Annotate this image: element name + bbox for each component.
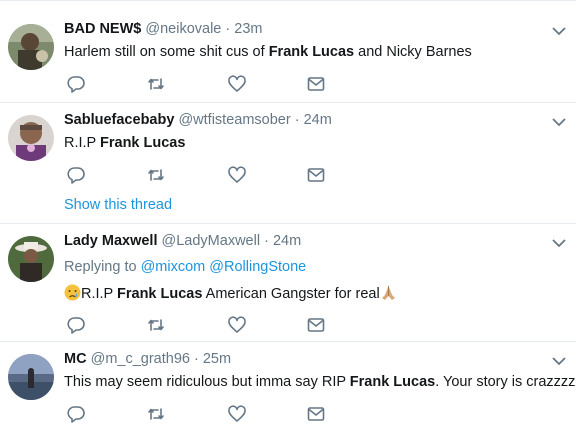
avatar[interactable] bbox=[8, 236, 54, 282]
mention-link[interactable]: @mixcom bbox=[141, 259, 206, 275]
direct-message-icon[interactable] bbox=[306, 315, 326, 335]
like-icon[interactable] bbox=[227, 404, 247, 424]
tweet-text: R.I.P Frank Lucas American Gangster for … bbox=[64, 284, 397, 302]
user-handle[interactable]: @m_c_grath96 bbox=[91, 351, 190, 367]
avatar[interactable] bbox=[8, 115, 54, 161]
display-name[interactable]: BAD NEW$ bbox=[64, 21, 141, 37]
timestamp[interactable]: 24m bbox=[273, 233, 301, 249]
user-handle[interactable]: @LadyMaxwell bbox=[162, 233, 261, 249]
tweet-feed: BAD NEW$ @neikovale · 23m Harlem still o… bbox=[0, 0, 576, 442]
tweet[interactable]: Sabluefacebaby @wtfisteamsober · 24m R.I… bbox=[0, 103, 576, 224]
reply-icon[interactable] bbox=[66, 404, 86, 424]
tweet-actions bbox=[64, 404, 364, 424]
tweet-actions bbox=[64, 315, 364, 335]
highlighted-keyword: Frank Lucas bbox=[349, 374, 436, 390]
direct-message-icon[interactable] bbox=[306, 74, 326, 94]
timestamp[interactable]: 25m bbox=[203, 351, 231, 367]
display-name[interactable]: Sabluefacebaby bbox=[64, 112, 174, 128]
display-name[interactable]: Lady Maxwell bbox=[64, 233, 157, 249]
show-thread-link[interactable]: Show this thread bbox=[64, 197, 172, 213]
tweet-header: Sabluefacebaby @wtfisteamsober · 24m bbox=[64, 112, 332, 128]
display-name[interactable]: MC bbox=[64, 351, 87, 367]
tweet-header: Lady Maxwell @LadyMaxwell · 24m bbox=[64, 233, 301, 249]
retweet-icon[interactable] bbox=[146, 165, 166, 185]
tweet-text: This may seem ridiculous but imma say RI… bbox=[64, 374, 576, 390]
retweet-icon[interactable] bbox=[146, 404, 166, 424]
chevron-down-icon[interactable] bbox=[552, 26, 566, 36]
timestamp[interactable]: 23m bbox=[234, 21, 262, 37]
user-handle[interactable]: @neikovale bbox=[145, 21, 221, 37]
retweet-icon[interactable] bbox=[146, 315, 166, 335]
separator-dot: · bbox=[193, 351, 199, 367]
chevron-down-icon[interactable] bbox=[552, 117, 566, 127]
highlighted-keyword: Frank Lucas bbox=[100, 135, 186, 151]
tweet[interactable]: MC @m_c_grath96 · 25m This may seem ridi… bbox=[0, 342, 576, 442]
tweet-actions bbox=[64, 74, 364, 94]
like-icon[interactable] bbox=[227, 74, 247, 94]
chevron-down-icon[interactable] bbox=[552, 238, 566, 248]
folded-hands-icon bbox=[380, 284, 397, 301]
reply-icon[interactable] bbox=[66, 315, 86, 335]
avatar[interactable] bbox=[8, 24, 54, 70]
retweet-icon[interactable] bbox=[146, 74, 166, 94]
crying-face-icon bbox=[64, 284, 81, 301]
text-segment: Harlem still on some shit cus of bbox=[64, 44, 269, 60]
timestamp[interactable]: 24m bbox=[304, 112, 332, 128]
like-icon[interactable] bbox=[227, 165, 247, 185]
separator-dot: · bbox=[264, 233, 269, 249]
tweet-header: MC @m_c_grath96 · 25m bbox=[64, 351, 231, 367]
reply-icon[interactable] bbox=[66, 165, 86, 185]
text-segment: and Nicky Barnes bbox=[354, 44, 472, 60]
like-icon[interactable] bbox=[227, 315, 247, 335]
text-segment: R.I.P bbox=[64, 135, 100, 151]
reply-icon[interactable] bbox=[66, 74, 86, 94]
text-segment: American Gangster for real bbox=[202, 286, 380, 302]
separator-dot: · bbox=[294, 112, 300, 128]
text-segment: R.I.P bbox=[81, 286, 117, 302]
tweet-header: BAD NEW$ @neikovale · 23m bbox=[64, 21, 262, 37]
tweet[interactable]: BAD NEW$ @neikovale · 23m Harlem still o… bbox=[0, 12, 576, 103]
text-segment: . Your story is crazzzzzy bbox=[435, 374, 576, 390]
replying-to-label: Replying to bbox=[64, 259, 137, 275]
mention-link[interactable]: @RollingStone bbox=[209, 259, 306, 275]
direct-message-icon[interactable] bbox=[306, 165, 326, 185]
separator-dot: · bbox=[225, 21, 231, 37]
user-handle[interactable]: @wtfisteamsober bbox=[178, 112, 290, 128]
text-segment: This may seem ridiculous but imma say RI… bbox=[64, 374, 350, 390]
avatar[interactable] bbox=[8, 354, 54, 400]
highlighted-keyword: Frank Lucas bbox=[268, 44, 355, 60]
tweet-actions bbox=[64, 165, 364, 185]
replying-to: Replying to @mixcom @RollingStone bbox=[64, 259, 306, 275]
tweet-text: Harlem still on some shit cus of Frank L… bbox=[64, 44, 472, 60]
tweet[interactable]: Lady Maxwell @LadyMaxwell · 24m Replying… bbox=[0, 224, 576, 342]
tweet-text: R.I.P Frank Lucas bbox=[64, 135, 185, 151]
direct-message-icon[interactable] bbox=[306, 404, 326, 424]
chevron-down-icon[interactable] bbox=[552, 356, 566, 366]
highlighted-keyword: Frank Lucas bbox=[117, 286, 203, 302]
